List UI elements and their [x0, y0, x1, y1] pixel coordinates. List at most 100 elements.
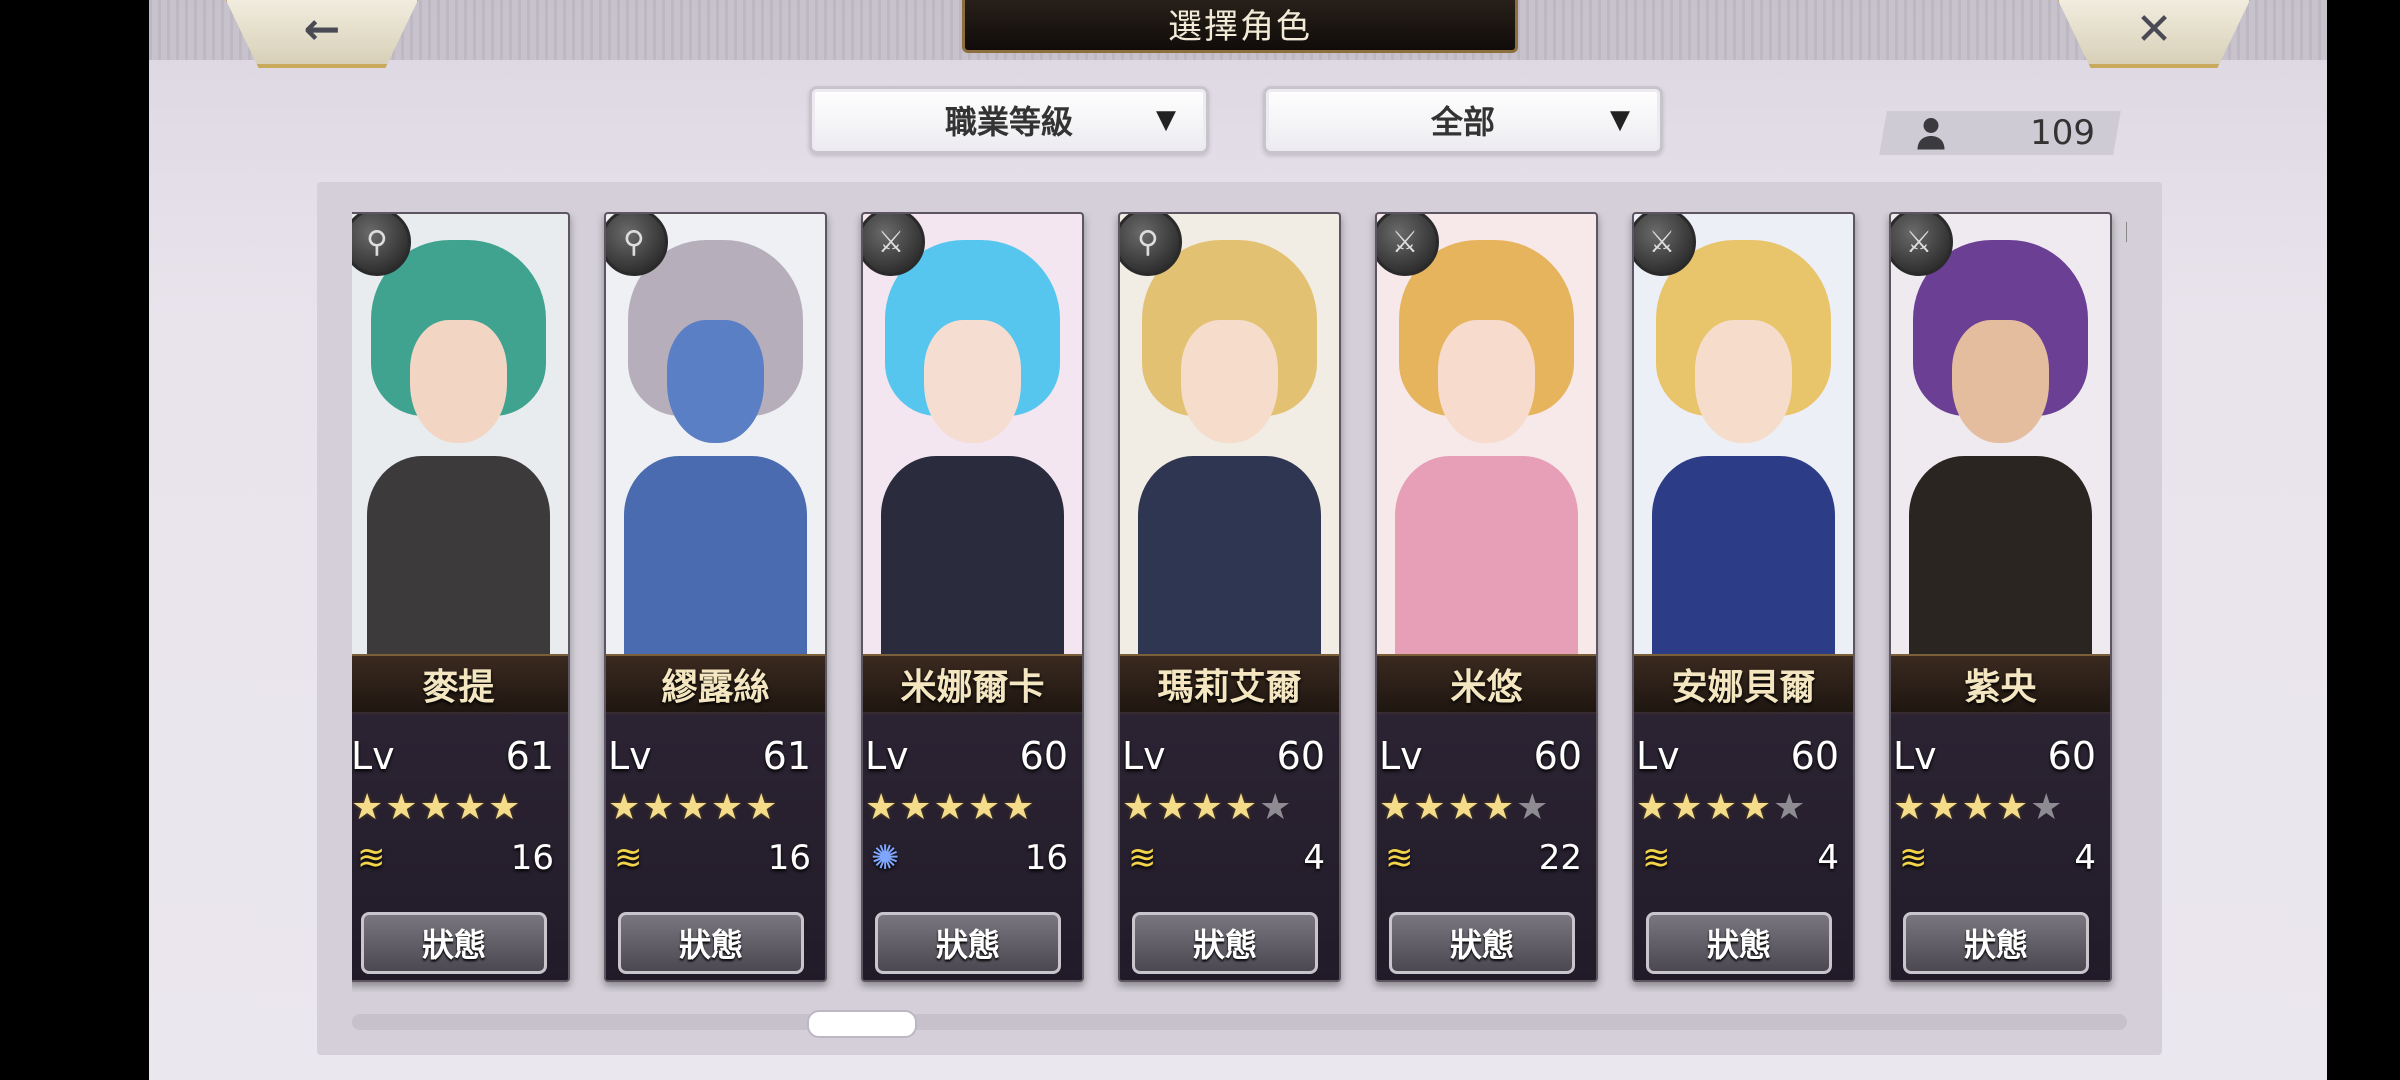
close-button[interactable]: ✕ — [2055, 0, 2253, 68]
character-portrait — [863, 214, 1082, 654]
level-label: Lv — [1379, 734, 1423, 778]
scrollbar-thumb[interactable] — [807, 1010, 917, 1038]
wind-element-icon: ≋ — [1642, 838, 1671, 878]
star-filled-icon: ★ — [1413, 787, 1446, 828]
back-arrow-icon: ← — [303, 3, 341, 55]
character-portrait — [1120, 214, 1339, 654]
star-filled-icon: ★ — [1961, 787, 1994, 828]
status-button[interactable]: 狀態 — [361, 912, 547, 974]
star-filled-icon: ★ — [1738, 787, 1772, 828]
star-filled-icon: ★ — [1156, 787, 1189, 828]
star-empty-icon: ★ — [1773, 787, 1806, 828]
wind-element-icon: ≋ — [1385, 838, 1414, 878]
star-filled-icon: ★ — [967, 787, 1001, 828]
character-card[interactable]: ⚲ 繆露絲 Lv 61 ★ ★ ★ ★ ★ ≋ 16 狀態 — [604, 212, 827, 982]
star-rating: ★ ★ ★ ★ ★ — [1893, 790, 2062, 826]
star-filled-icon: ★ — [865, 787, 898, 828]
character-stats: Lv 60 ★ ★ ★ ★ ★ ≋ 4 狀態 — [1120, 712, 1339, 980]
wind-element-icon: ≋ — [614, 838, 643, 878]
character-stats: Lv 61 ★ ★ ★ ★ ★ ≋ 16 狀態 — [352, 712, 568, 980]
star-filled-icon: ★ — [642, 787, 675, 828]
dropdown-label: 職業等級 — [944, 103, 1073, 141]
category-filter-dropdown[interactable]: 全部 ▼ — [1263, 86, 1663, 154]
star-rating: ★ ★ ★ ★ ★ — [1122, 790, 1291, 826]
roster-count: 109 — [2030, 113, 2095, 153]
status-button[interactable]: 狀態 — [1132, 912, 1318, 974]
item-count: 4 — [1817, 838, 1839, 878]
character-portrait — [352, 214, 568, 654]
character-portrait — [1634, 214, 1853, 654]
star-rating: ★ ★ ★ ★ ★ — [352, 790, 520, 826]
star-filled-icon: ★ — [710, 787, 744, 828]
dropdown-label: 全部 — [1430, 103, 1495, 141]
star-empty-icon: ★ — [1259, 787, 1292, 828]
chevron-down-icon: ▼ — [1610, 105, 1630, 135]
star-filled-icon: ★ — [745, 787, 778, 828]
character-name: 繆露絲 — [606, 654, 825, 714]
character-card-list[interactable]: ⚲ 麥提 Lv 61 ★ ★ ★ ★ ★ ≋ 16 狀態 ⚲ 繆露絲 Lv 61… — [352, 212, 2127, 992]
star-filled-icon: ★ — [1893, 787, 1926, 828]
character-name: 米悠 — [1377, 654, 1596, 714]
class-level-sort-dropdown[interactable]: 職業等級 ▼ — [809, 86, 1209, 154]
character-card[interactable]: ⚔ 安娜貝爾 Lv 60 ★ ★ ★ ★ ★ ≋ 4 狀態 — [1632, 212, 1855, 982]
character-card[interactable]: ⚔ 米娜爾卡 Lv 60 ★ ★ ★ ★ ★ ✺ 16 狀態 — [861, 212, 1084, 982]
character-card[interactable]: ⚔ 紫央 Lv 60 ★ ★ ★ ★ ★ ≋ 4 狀態 — [1889, 212, 2112, 982]
character-card[interactable]: ⚔ 米悠 Lv 60 ★ ★ ★ ★ ★ ≋ 22 狀態 — [1375, 212, 1598, 982]
level-label: Lv — [1893, 734, 1937, 778]
star-rating: ★ ★ ★ ★ ★ — [865, 790, 1034, 826]
status-button[interactable]: 狀態 — [1646, 912, 1832, 974]
item-count: 22 — [1538, 838, 1582, 878]
character-portrait — [1891, 214, 2110, 654]
level-label: Lv — [1636, 734, 1680, 778]
level-label: Lv — [352, 734, 395, 778]
star-filled-icon: ★ — [419, 787, 452, 828]
status-button[interactable]: 狀態 — [1903, 912, 2089, 974]
character-list-panel: ⚲ 麥提 Lv 61 ★ ★ ★ ★ ★ ≋ 16 狀態 ⚲ 繆露絲 Lv 61… — [317, 182, 2162, 1055]
star-filled-icon: ★ — [1636, 787, 1669, 828]
level-label: Lv — [608, 734, 652, 778]
level-value: 60 — [1790, 734, 1839, 778]
star-filled-icon: ★ — [1927, 787, 1960, 828]
character-name: 米娜爾卡 — [863, 654, 1082, 714]
star-filled-icon: ★ — [1379, 787, 1412, 828]
user-icon — [1917, 118, 1945, 150]
star-rating: ★ ★ ★ ★ ★ — [608, 790, 777, 826]
star-filled-icon: ★ — [676, 787, 709, 828]
star-filled-icon: ★ — [1002, 787, 1035, 828]
roster-count-badge: 109 — [1879, 111, 2121, 155]
star-filled-icon: ★ — [933, 787, 966, 828]
character-portrait — [606, 214, 825, 654]
item-count: 16 — [767, 838, 811, 878]
character-card[interactable]: ⚲ 麥提 Lv 61 ★ ★ ★ ★ ★ ≋ 16 狀態 — [352, 212, 570, 982]
next-card-edge — [2126, 222, 2127, 242]
level-value: 60 — [1533, 734, 1582, 778]
star-empty-icon: ★ — [2030, 787, 2063, 828]
status-button[interactable]: 狀態 — [875, 912, 1061, 974]
star-filled-icon: ★ — [1481, 787, 1515, 828]
page-title: 選擇角色 — [962, 0, 1518, 53]
character-portrait — [1377, 214, 1596, 654]
level-label: Lv — [1122, 734, 1166, 778]
star-rating: ★ ★ ★ ★ ★ — [1379, 790, 1548, 826]
star-filled-icon: ★ — [1447, 787, 1480, 828]
status-button[interactable]: 狀態 — [1389, 912, 1575, 974]
star-filled-icon: ★ — [1224, 787, 1258, 828]
horizontal-scrollbar[interactable] — [352, 1014, 2127, 1030]
star-empty-icon: ★ — [1516, 787, 1549, 828]
chevron-down-icon: ▼ — [1156, 105, 1176, 135]
character-stats: Lv 60 ★ ★ ★ ★ ★ ≋ 4 狀態 — [1891, 712, 2110, 980]
star-filled-icon: ★ — [385, 787, 418, 828]
close-icon: ✕ — [2135, 3, 2173, 55]
wind-element-icon: ≋ — [357, 838, 386, 878]
star-rating: ★ ★ ★ ★ ★ — [1636, 790, 1805, 826]
character-stats: Lv 60 ★ ★ ★ ★ ★ ✺ 16 狀態 — [863, 712, 1082, 980]
status-button[interactable]: 狀態 — [618, 912, 804, 974]
swirl-element-icon: ✺ — [871, 838, 900, 878]
character-name: 紫央 — [1891, 654, 2110, 714]
character-card[interactable]: ⚲ 瑪莉艾爾 Lv 60 ★ ★ ★ ★ ★ ≋ 4 狀態 — [1118, 212, 1341, 982]
item-count: 16 — [510, 838, 554, 878]
star-filled-icon: ★ — [1122, 787, 1155, 828]
back-button[interactable]: ← — [223, 0, 421, 68]
star-filled-icon: ★ — [1995, 787, 2029, 828]
star-filled-icon: ★ — [899, 787, 932, 828]
